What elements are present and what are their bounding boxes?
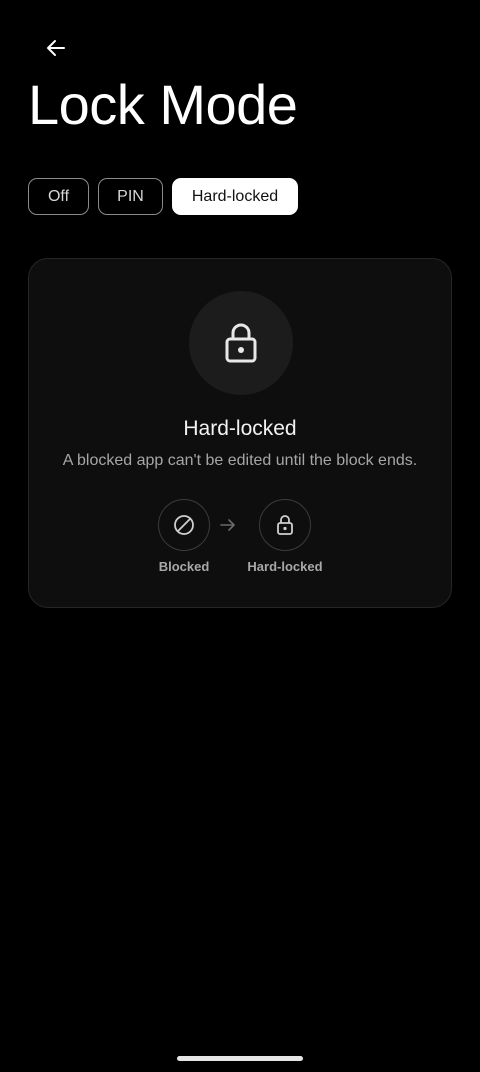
mode-chip-hard-locked[interactable]: Hard-locked	[172, 178, 298, 215]
mode-chip-off[interactable]: Off	[28, 178, 89, 215]
lock-icon	[225, 323, 257, 363]
mode-info-card: Hard-locked A blocked app can't be edite…	[28, 258, 452, 608]
arrow-right-icon	[220, 519, 235, 531]
card-description: A blocked app can't be edited until the …	[62, 452, 418, 469]
state-flow: Blocked Hard-locked	[29, 499, 451, 579]
mode-chip-pin[interactable]: PIN	[98, 178, 163, 215]
card-title: Hard-locked	[183, 417, 297, 440]
blocked-icon	[174, 515, 194, 535]
blocked-step-label: Blocked	[158, 559, 210, 574]
back-button[interactable]	[36, 30, 76, 66]
blocked-step	[158, 499, 210, 551]
hard-locked-step	[259, 499, 311, 551]
page-title: Lock Mode	[28, 73, 298, 136]
home-indicator[interactable]	[177, 1056, 303, 1061]
lock-mode-selector: Off PIN Hard-locked	[28, 178, 298, 215]
arrow-left-icon	[47, 40, 65, 56]
lock-mode-screen: Lock Mode Off PIN Hard-locked Hard-locke…	[0, 0, 480, 1072]
hard-locked-step-label: Hard-locked	[247, 559, 323, 574]
lock-icon-circle	[189, 291, 293, 395]
lock-icon	[277, 515, 293, 535]
